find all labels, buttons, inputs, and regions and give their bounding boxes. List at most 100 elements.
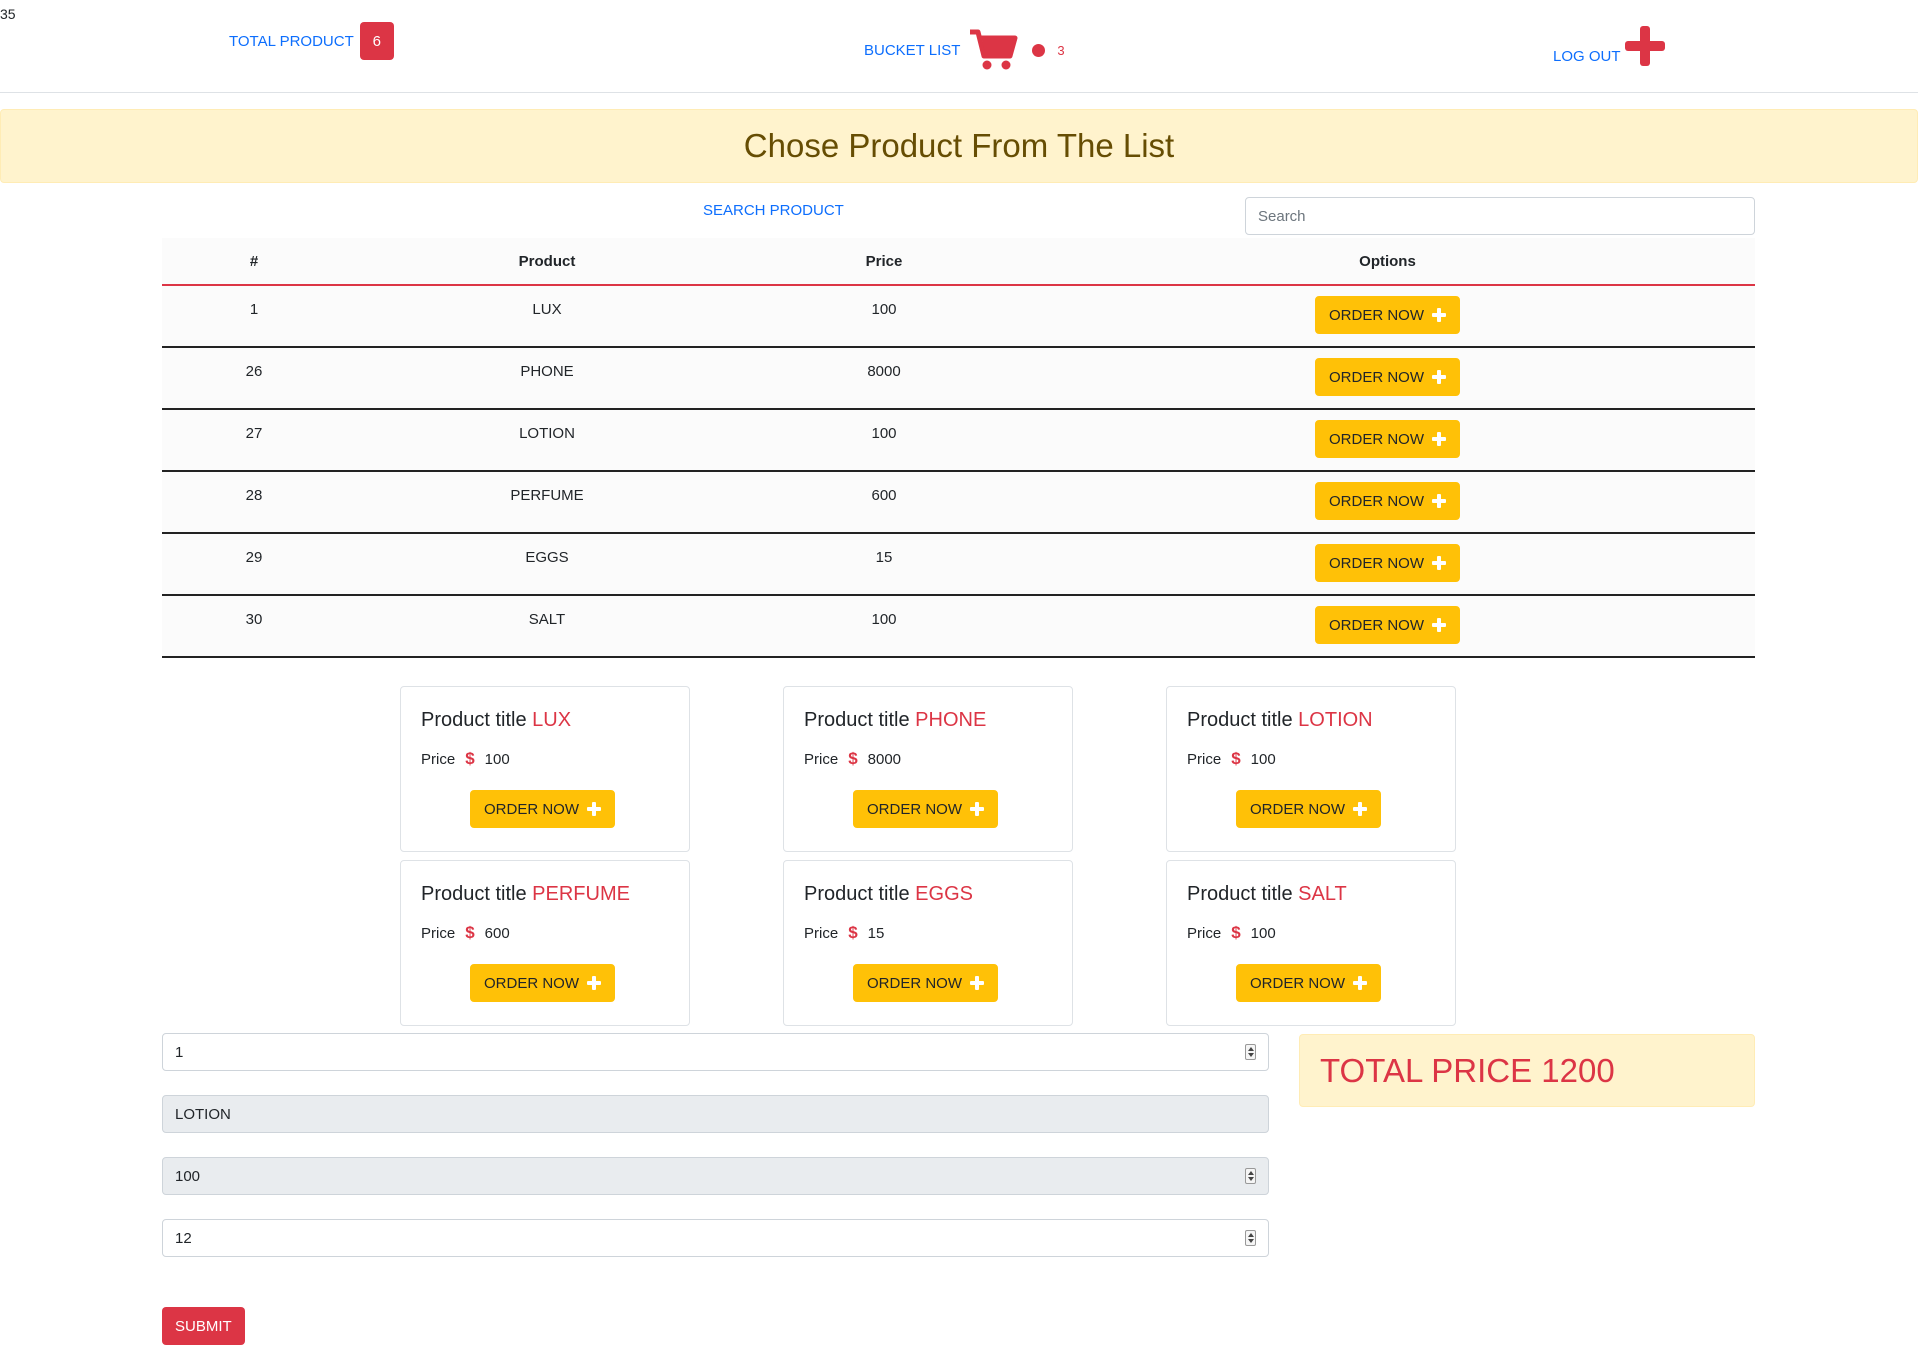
order-now-button[interactable]: ORDER NOW <box>1315 482 1460 520</box>
card-price-value: 100 <box>1250 750 1276 768</box>
order-now-label: ORDER NOW <box>1329 616 1424 634</box>
card-price-value: 100 <box>1250 924 1276 942</box>
card-title-prefix: Product title <box>804 709 910 731</box>
order-now-button[interactable]: ORDER NOW <box>470 964 615 1002</box>
product-name-field: LOTION <box>162 1095 1269 1133</box>
card-title: Product title LUX <box>421 709 571 732</box>
order-now-button[interactable]: ORDER NOW <box>853 964 998 1002</box>
order-now-button[interactable]: ORDER NOW <box>470 790 615 828</box>
order-now-label: ORDER NOW <box>867 974 962 992</box>
table-header-row: # Product Price Options <box>162 238 1755 286</box>
card-title: Product title EGGS <box>804 883 973 906</box>
card-price-label: Price <box>804 924 839 942</box>
card-price-label: Price <box>1187 750 1222 768</box>
card-price-label: Price <box>421 750 456 768</box>
row-product: PERFUME <box>346 471 748 534</box>
order-now-label: ORDER NOW <box>1329 306 1424 324</box>
order-now-button[interactable]: ORDER NOW <box>1315 420 1460 458</box>
row-product: SALT <box>346 595 748 658</box>
card-product-name: PHONE <box>915 709 987 731</box>
card-price-row: Price $100 <box>1187 923 1276 943</box>
total-product-link[interactable]: TOTAL PRODUCT <box>229 33 354 50</box>
header-price: Price <box>748 238 1020 286</box>
order-now-button[interactable]: ORDER NOW <box>1315 606 1460 644</box>
plus-icon <box>970 976 984 990</box>
row-price: 600 <box>748 471 1020 534</box>
plus-icon <box>587 976 601 990</box>
number-field[interactable]: 12 <box>162 1219 1269 1257</box>
plus-icon <box>970 802 984 816</box>
quantity-stepper[interactable]: 1 <box>162 1033 1269 1071</box>
product-card: Product title LUX Price $100 ORDER NOW <box>400 686 690 852</box>
row-product: EGGS <box>346 533 748 596</box>
header-options: Options <box>1020 238 1755 286</box>
search-input[interactable] <box>1245 197 1755 235</box>
search-product-link[interactable]: SEARCH PRODUCT <box>703 202 844 219</box>
card-price-value: 15 <box>867 924 885 942</box>
card-product-name: EGGS <box>915 883 973 905</box>
card-title: Product title LOTION <box>1187 709 1373 732</box>
dollar-icon: $ <box>465 749 475 768</box>
total-product-badge: 6 <box>359 22 394 60</box>
logout-link[interactable]: LOG OUT <box>1553 48 1621 65</box>
card-price-value: 100 <box>484 750 510 768</box>
card-product-name: LUX <box>532 709 572 731</box>
dollar-icon: $ <box>1231 923 1241 942</box>
submit-button[interactable]: SUBMIT <box>162 1307 245 1345</box>
product-table: # Product Price Options 1 LUX 100 ORDER … <box>162 238 1755 658</box>
order-now-label: ORDER NOW <box>1250 800 1345 818</box>
plus-icon <box>1432 308 1446 322</box>
card-price-row: Price $600 <box>421 923 510 943</box>
order-now-button[interactable]: ORDER NOW <box>1236 964 1381 1002</box>
page-title: Chose Product From The List <box>743 127 1175 164</box>
order-now-button[interactable]: ORDER NOW <box>853 790 998 828</box>
table-row: 29 EGGS 15 ORDER NOW <box>162 533 1755 596</box>
order-now-button[interactable]: ORDER NOW <box>1236 790 1381 828</box>
header-number: # <box>162 238 346 286</box>
table-row: 28 PERFUME 600 ORDER NOW <box>162 471 1755 534</box>
card-title-prefix: Product title <box>1187 883 1293 905</box>
dot-icon <box>1032 43 1046 57</box>
row-options: ORDER NOW <box>1020 409 1755 472</box>
header-product: Product <box>346 238 748 286</box>
card-product-name: SALT <box>1298 883 1347 905</box>
row-id: 26 <box>162 347 346 410</box>
card-price-row: Price $8000 <box>804 749 901 769</box>
plus-icon <box>1353 802 1367 816</box>
product-card: Product title PHONE Price $8000 ORDER NOW <box>783 686 1073 852</box>
order-now-button[interactable]: ORDER NOW <box>1315 358 1460 396</box>
logout[interactable]: LOG OUT <box>1553 26 1665 66</box>
order-now-button[interactable]: ORDER NOW <box>1315 544 1460 582</box>
row-product: LUX <box>346 285 748 348</box>
bucket-list-link[interactable]: BUCKET LIST <box>864 42 960 59</box>
order-now-button[interactable]: ORDER NOW <box>1315 296 1460 334</box>
spinner-icon <box>1245 1168 1256 1184</box>
plus-icon <box>1432 494 1446 508</box>
total-product[interactable]: TOTAL PRODUCT 6 <box>229 22 394 60</box>
card-price-row: Price $15 <box>804 923 884 943</box>
product-card: Product title EGGS Price $15 ORDER NOW <box>783 860 1073 1026</box>
spinner-icon[interactable] <box>1245 1230 1256 1246</box>
card-price-row: Price $100 <box>1187 749 1276 769</box>
total-price-label: TOTAL PRICE 1200 <box>1320 1051 1615 1089</box>
row-options: ORDER NOW <box>1020 471 1755 534</box>
row-product: PHONE <box>346 347 748 410</box>
price-field: 100 <box>162 1157 1269 1195</box>
row-price: 100 <box>748 409 1020 472</box>
plus-icon[interactable] <box>1624 26 1665 66</box>
table-row: 27 LOTION 100 ORDER NOW <box>162 409 1755 472</box>
bucket-list[interactable]: BUCKET LIST 3 <box>864 28 1065 72</box>
order-now-label: ORDER NOW <box>1329 430 1424 448</box>
spinner-icon[interactable] <box>1245 1044 1256 1060</box>
card-product-name: LOTION <box>1298 709 1373 731</box>
row-id: 30 <box>162 595 346 658</box>
product-name-value: LOTION <box>175 1105 231 1123</box>
card-price-label: Price <box>1187 924 1222 942</box>
row-id: 27 <box>162 409 346 472</box>
cart-icon[interactable] <box>968 28 1018 72</box>
row-options: ORDER NOW <box>1020 533 1755 596</box>
row-id: 1 <box>162 285 346 348</box>
table-row: 1 LUX 100 ORDER NOW <box>162 285 1755 348</box>
dollar-icon: $ <box>465 923 475 942</box>
dollar-icon: $ <box>848 923 858 942</box>
